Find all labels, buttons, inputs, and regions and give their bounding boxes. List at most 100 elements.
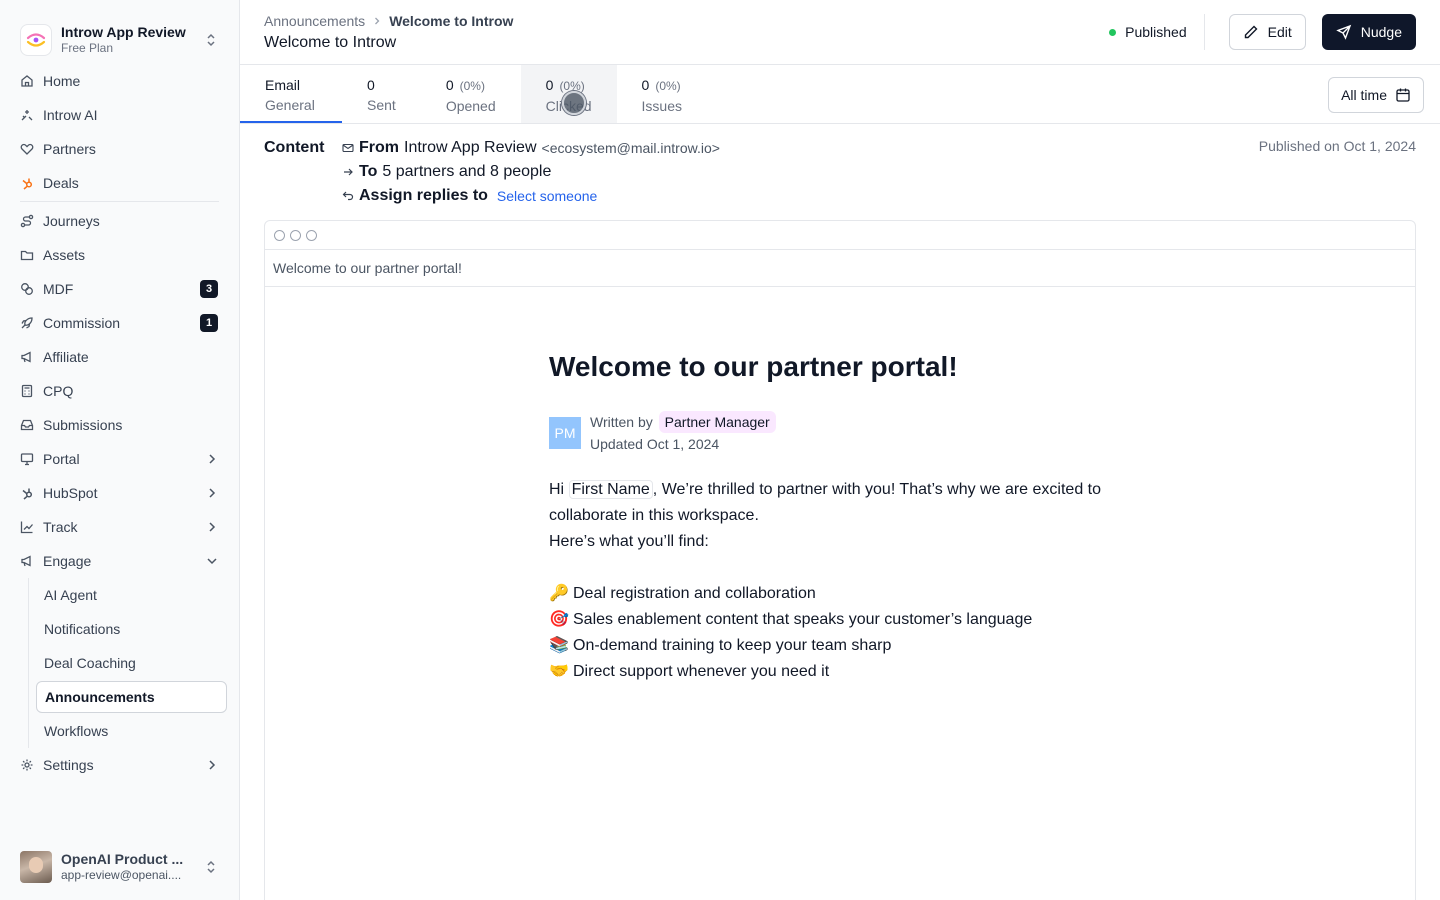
sidebar-item-portal[interactable]: Portal [12,442,227,476]
list-item: 🤝 Direct support whenever you need it [549,659,1165,685]
subnav-item-announcements[interactable]: Announcements [36,681,227,713]
tab-email-general[interactable]: Email General [240,65,342,123]
sidebar-item-label: Deals [43,175,79,191]
sidebar-item-engage[interactable]: Engage [12,544,227,578]
calculator-icon [20,384,34,398]
published-date: Published on Oct 1, 2024 [1258,138,1416,154]
user-menu[interactable]: OpenAI Product ... app-review@openai.... [0,834,239,900]
sidebar-item-submissions[interactable]: Submissions [12,408,227,442]
list-item-text: Sales enablement content that speaks you… [573,611,1033,628]
select-someone-link[interactable]: Select someone [497,184,597,208]
edit-button[interactable]: Edit [1228,14,1306,50]
sidebar-item-mdf[interactable]: MDF 3 [12,272,227,306]
list-item: 📚 On-demand training to keep your team sh… [549,633,1165,659]
breadcrumb-parent-link[interactable]: Announcements [264,11,365,31]
sidebar-item-label: Home [43,73,81,89]
tab-opened[interactable]: 0 (0%) Opened [421,65,521,123]
route-icon [20,214,34,228]
sidebar-item-label: Introw AI [43,107,98,123]
workspace-plan: Free Plan [61,41,114,55]
sidebar-item-label: Settings [43,757,94,773]
target-icon: 🎯 [549,611,569,628]
sidebar-item-settings[interactable]: Settings [12,748,227,782]
sidebar-nav: Home Introw AI Partners Deals Journeys A… [0,64,239,782]
preview-window-bar [265,221,1415,250]
sidebar-item-label: Assets [43,247,86,263]
content-heading: Content [264,139,325,156]
sidebar-item-affiliate[interactable]: Affiliate [12,340,227,374]
breadcrumb-current: Welcome to Introw [389,12,514,29]
subnav-item-deal-coaching[interactable]: Deal Coaching [36,646,227,680]
first-name-variable: First Name [568,480,653,499]
introw-logo-icon [20,24,52,56]
sidebar-item-label: Partners [43,141,96,157]
assign-label: Assign replies to [359,187,488,204]
date-range-button[interactable]: All time [1328,77,1424,113]
sidebar-item-introw-ai[interactable]: Introw AI [12,98,227,132]
stat-opened-label: Opened [445,98,496,114]
from-label: From [359,139,399,156]
workspace-switcher[interactable]: Introw App Review Free Plan [0,0,239,64]
stat-opened-pct: (0%) [459,79,485,93]
send-icon [1335,24,1351,40]
chevron-right-icon [209,760,216,770]
sidebar-item-journeys[interactable]: Journeys [12,204,227,238]
sidebar-item-assets[interactable]: Assets [12,238,227,272]
email-title: Welcome to our partner portal! [549,351,958,382]
from-line: From Introw App Review <ecosystem@mail.i… [342,136,1416,160]
commission-count-badge: 1 [200,314,218,332]
main-content: Announcements Welcome to Introw Welcome … [240,0,1440,900]
inbox-icon [20,418,34,432]
chevron-right-icon [209,488,216,498]
arrow-right-icon [344,168,353,176]
stat-email-top: Email [265,77,301,93]
features-list: 🔑 Deal registration and collaboration 🎯 Sa… [549,581,1165,685]
nudge-button[interactable]: Nudge [1321,14,1416,50]
chevron-up-down-icon [207,33,215,47]
stat-email-label: General [265,97,315,113]
mouse-cursor-icon [562,91,586,115]
handshake-icon [20,142,34,156]
sidebar-item-label: Engage [43,553,92,569]
gear-icon [20,758,34,772]
status-dot-icon [1109,28,1117,36]
stat-issues-pct: (0%) [655,79,681,93]
updated-date: Updated Oct 1, 2024 [590,436,720,452]
stat-opened-value: 0 [445,77,454,93]
status-label: Published [1125,24,1187,40]
sidebar-item-deals[interactable]: Deals [12,166,227,200]
sidebar-item-label: Commission [43,315,121,331]
workspace-name: Introw App Review [61,24,186,40]
sidebar-item-commission[interactable]: Commission 1 [12,306,227,340]
sidebar-item-label: CPQ [43,383,74,399]
stat-issues-value: 0 [641,77,650,93]
sidebar: Introw App Review Free Plan Home Introw … [0,0,240,900]
written-by-label: Written by [590,414,653,430]
sidebar-item-label: HubSpot [43,485,98,501]
to-label: To [359,163,378,180]
window-dot-icon [274,229,285,241]
hubspot-icon [20,486,34,500]
sidebar-item-cpq[interactable]: CPQ [12,374,227,408]
assign-line: Assign replies to Select someone [342,184,1416,208]
to-line: To 5 partners and 8 people [342,160,1416,184]
list-item-text: On-demand training to keep your team sha… [573,637,892,654]
books-icon: 📚 [549,637,569,654]
subnav-item-notifications[interactable]: Notifications [36,612,227,646]
tab-sent[interactable]: 0 Sent [342,65,421,123]
from-email: <ecosystem@mail.introw.io> [541,140,720,156]
reply-icon [342,191,354,201]
chevron-right-icon [209,522,216,532]
sidebar-item-home[interactable]: Home [12,64,227,98]
subnav-item-ai-agent[interactable]: AI Agent [36,578,227,612]
sidebar-item-label: Journeys [43,213,100,229]
home-icon [20,74,34,88]
sidebar-item-label: MDF [43,281,74,297]
monitor-icon [20,452,34,466]
pencil-icon [1244,25,1258,39]
sidebar-item-hubspot[interactable]: HubSpot [12,476,227,510]
sidebar-item-track[interactable]: Track [12,510,227,544]
tab-issues[interactable]: 0 (0%) Issues [617,65,707,123]
sidebar-item-partners[interactable]: Partners [12,132,227,166]
subnav-item-workflows[interactable]: Workflows [36,714,227,748]
